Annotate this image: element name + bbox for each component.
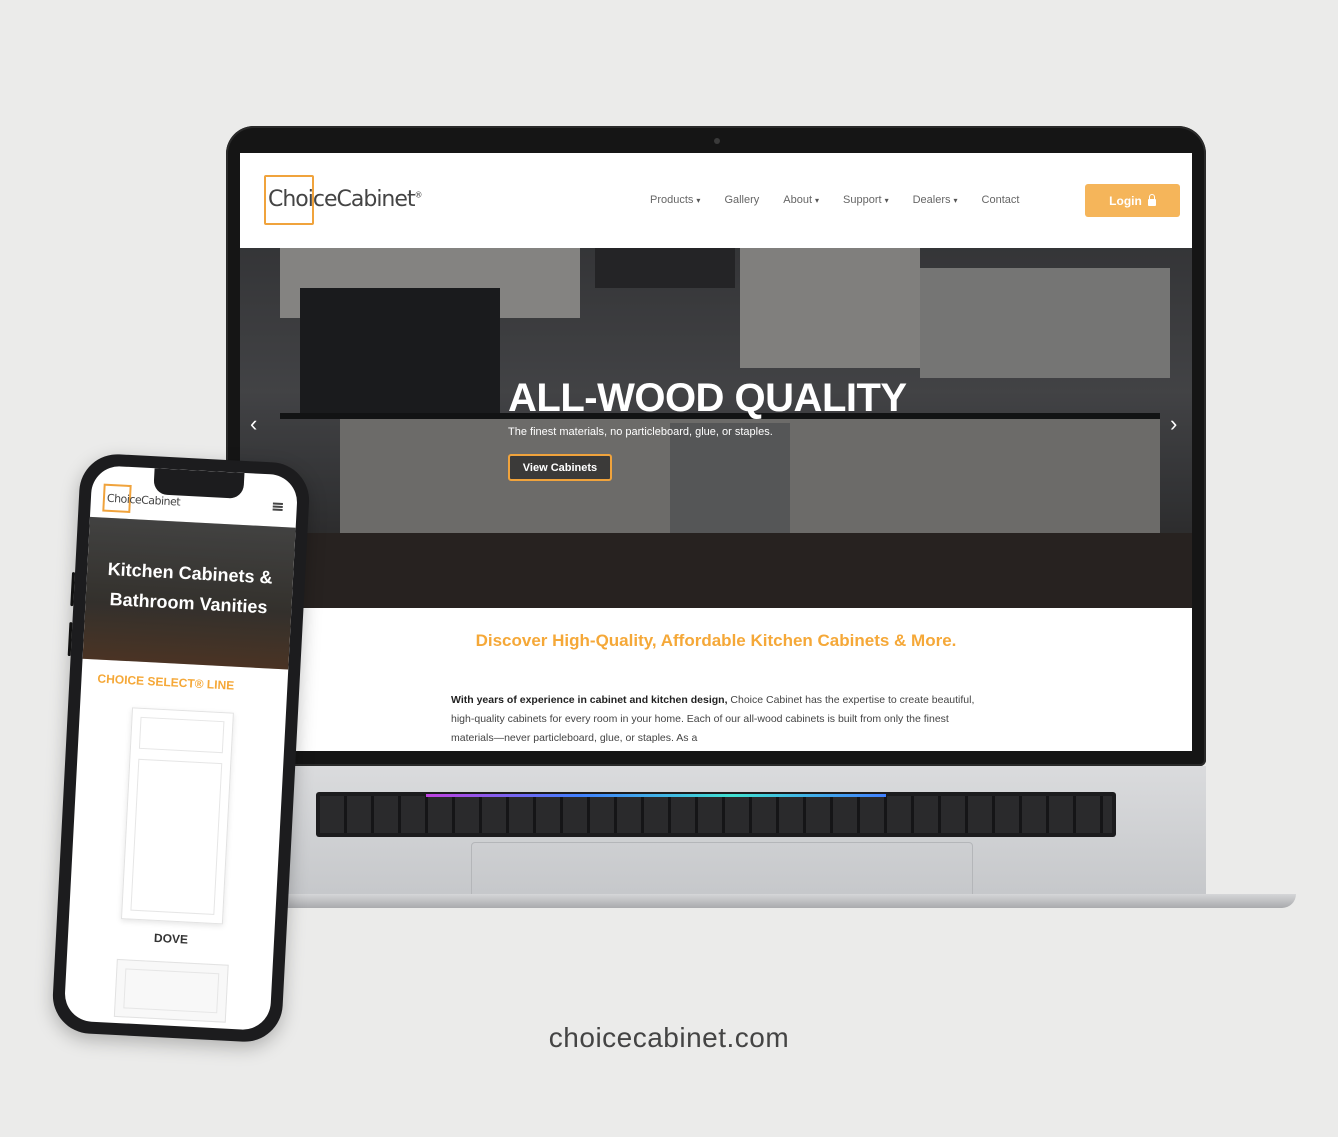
hero-subtitle: The finest materials, no particleboard, …	[508, 426, 773, 438]
login-button[interactable]: Login	[1085, 184, 1180, 217]
site-header: ChoiceCabinet® Products ▾ Gallery About ▾ …	[240, 153, 1192, 248]
chevron-down-icon: ▾	[815, 195, 820, 205]
touch-bar	[426, 794, 886, 797]
hero-slider: ‹ › ALL-WOOD QUALITY The finest material…	[240, 248, 1192, 608]
chevron-left-icon[interactable]: ‹	[250, 413, 257, 435]
chevron-right-icon[interactable]: ›	[1170, 413, 1177, 435]
nav-support[interactable]: Support ▾	[843, 194, 889, 206]
keyboard	[316, 792, 1116, 837]
camera-icon	[714, 138, 720, 144]
cabinet-door-label: DOVE	[153, 930, 189, 947]
view-cabinets-button[interactable]: View Cabinets	[508, 454, 612, 481]
section-heading: Discover High-Quality, Affordable Kitche…	[475, 631, 957, 650]
trackpad	[471, 842, 973, 899]
nav-dealers[interactable]: Dealers ▾	[913, 194, 958, 206]
logo-text: ChoiceCabinet®	[268, 187, 423, 212]
nav-about[interactable]: About ▾	[783, 194, 819, 206]
laptop-lip	[196, 894, 1296, 908]
section-body: With years of experience in cabinet and …	[451, 694, 975, 744]
phone-side-button	[70, 572, 76, 607]
phone-notch	[153, 468, 245, 499]
lock-icon	[1147, 194, 1156, 206]
cabinet-door-image[interactable]	[120, 707, 234, 925]
chevron-down-icon: ▾	[953, 195, 958, 205]
laptop-lid: ChoiceCabinet® Products ▾ Gallery About ▾ …	[226, 126, 1206, 766]
nav-contact[interactable]: Contact	[982, 194, 1020, 206]
login-label: Login	[1109, 193, 1142, 208]
phone-screen: ChoiceCabinet Kitchen Cabinets & Bathroo…	[63, 464, 299, 1032]
hero-title: ALL-WOOD QUALITY	[508, 376, 907, 420]
site-url-caption: choicecabinet.com	[548, 1022, 790, 1053]
laptop-screen: ChoiceCabinet® Products ▾ Gallery About ▾ …	[240, 153, 1192, 751]
mobile-hero: Kitchen Cabinets & Bathroom Vanities	[82, 516, 296, 670]
chevron-down-icon: ▾	[696, 195, 701, 205]
mobile-hero-title: Kitchen Cabinets & Bathroom Vanities	[107, 558, 274, 618]
laptop-base	[196, 766, 1301, 918]
nav-gallery[interactable]: Gallery	[724, 194, 759, 206]
chevron-down-icon: ▾	[884, 195, 889, 205]
phone: ChoiceCabinet Kitchen Cabinets & Bathroo…	[50, 452, 312, 1044]
nav-products[interactable]: Products ▾	[650, 194, 700, 206]
mobile-section-label: CHOICE SELECT® LINE	[97, 671, 235, 693]
hamburger-menu-icon[interactable]	[272, 502, 283, 511]
main-nav: Products ▾ Gallery About ▾ Support ▾ Dealer…	[650, 194, 1019, 206]
phone-side-button	[67, 621, 73, 657]
cabinet-door-image[interactable]	[113, 958, 229, 1023]
